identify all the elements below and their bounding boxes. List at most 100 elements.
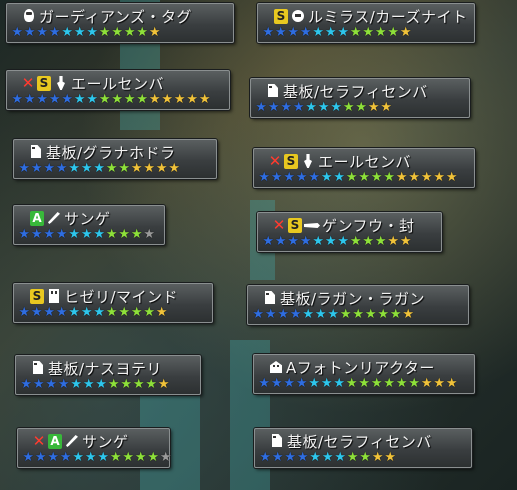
rarity-stars: ★ ★ ★ ★ ★ ★ ★ ★ ★ ★ ★ ★ <box>18 306 168 320</box>
doc-icon <box>265 83 281 99</box>
label-header: ✕ S ゲンフウ・封 <box>272 216 415 235</box>
rarity-star-icon: ★ <box>30 161 43 176</box>
rarity-star-icon: ★ <box>18 305 31 320</box>
rarity-star-icon: ★ <box>148 25 161 40</box>
rarity-star-icon: ★ <box>295 170 308 185</box>
rarity-star-icon: ★ <box>271 450 284 465</box>
item-name: ガーディアンズ・タグ <box>39 7 193 26</box>
rarity-star-icon: ★ <box>122 450 135 465</box>
drop-label-10[interactable]: 基板/ナスヨテリ ★ ★ ★ ★ ★ ★ ★ ★ ★ ★ ★ ★ <box>15 355 201 395</box>
rarity-star-icon: ★ <box>352 307 365 322</box>
drop-label-13[interactable]: 基板/セラフィセンバ ★ ★ ★ ★ ★ ★ ★ ★ ★ ★ ★ <box>254 428 472 468</box>
doc-icon <box>28 144 44 160</box>
rarity-star-icon: ★ <box>20 377 33 392</box>
rarity-star-icon: ★ <box>105 227 118 242</box>
rarity-stars: ★ ★ ★ ★ ★ ★ ★ ★ ★ ★ ★ ★ <box>20 378 170 392</box>
affix-a-icon: A <box>48 433 62 449</box>
rarity-star-icon: ★ <box>380 100 393 115</box>
rarity-star-icon: ★ <box>312 25 325 40</box>
rarity-star-icon: ★ <box>395 376 408 391</box>
rarity-star-icon: ★ <box>143 161 156 176</box>
rarity-star-icon: ★ <box>111 25 124 40</box>
untradeable-x-icon: ✕ <box>272 216 286 234</box>
rarity-star-icon: ★ <box>359 450 372 465</box>
rarity-star-icon: ★ <box>111 92 124 107</box>
drop-label-1[interactable]: S ルミラス/カーズナイト ★ ★ ★ ★ ★ ★ ★ ★ ★ ★ ★ ★ <box>257 3 475 43</box>
rarity-star-icon: ★ <box>95 377 108 392</box>
rarity-star-icon: ★ <box>130 161 143 176</box>
rarity-star-icon: ★ <box>84 450 97 465</box>
rarity-star-icon: ★ <box>143 305 156 320</box>
drop-label-0[interactable]: ガーディアンズ・タグ ★ ★ ★ ★ ★ ★ ★ ★ ★ ★ ★ ★ <box>6 3 234 43</box>
rarity-star-icon: ★ <box>333 376 346 391</box>
rarity-star-icon: ★ <box>36 92 49 107</box>
rarity-star-icon: ★ <box>258 376 271 391</box>
rarity-star-icon: ★ <box>80 227 93 242</box>
rarity-star-icon: ★ <box>342 100 355 115</box>
item-name: 基板/ラガン・ラガン <box>280 289 426 308</box>
rarity-star-icon: ★ <box>198 92 211 107</box>
rarity-star-icon: ★ <box>377 307 390 322</box>
affix-a-icon: A <box>30 210 44 226</box>
rarity-star-icon: ★ <box>445 170 458 185</box>
item-name: ルミラス/カーズナイト <box>308 7 468 26</box>
rarity-star-icon: ★ <box>68 161 81 176</box>
rarity-stars: ★ ★ ★ ★ ★ ★ ★ ★ ★ ★ ★ ★ <box>22 451 172 465</box>
drop-label-12[interactable]: ✕ A サンゲ ★ ★ ★ ★ ★ ★ ★ ★ ★ ★ ★ ★ <box>17 428 172 468</box>
label-header: ✕ A サンゲ <box>32 432 129 451</box>
rarity-stars: ★ ★ ★ ★ ★ ★ ★ ★ ★ ★ ★ ★ <box>262 235 412 249</box>
item-name: サンゲ <box>64 209 111 228</box>
item-name: Aフォトンリアクター <box>286 358 435 377</box>
drop-label-9[interactable]: 基板/ラガン・ラガン ★ ★ ★ ★ ★ ★ ★ ★ ★ ★ ★ ★ ★ <box>247 285 469 325</box>
rarity-star-icon: ★ <box>118 227 131 242</box>
rarity-star-icon: ★ <box>157 377 170 392</box>
rarity-stars: ★ ★ ★ ★ ★ ★ ★ ★ ★ ★ ★ <box>255 101 393 115</box>
drop-label-3[interactable]: 基板/セラフィセンバ ★ ★ ★ ★ ★ ★ ★ ★ ★ ★ ★ <box>250 78 470 118</box>
item-name: サンゲ <box>82 432 129 451</box>
rarity-star-icon: ★ <box>402 307 415 322</box>
rarity-star-icon: ★ <box>105 305 118 320</box>
rarity-star-icon: ★ <box>296 450 309 465</box>
rarity-stars: ★ ★ ★ ★ ★ ★ ★ ★ ★ ★ ★ <box>18 228 156 242</box>
item-name: 基板/ナスヨテリ <box>48 359 163 378</box>
rarity-star-icon: ★ <box>274 25 287 40</box>
rarity-star-icon: ★ <box>161 92 174 107</box>
rarity-stars: ★ ★ ★ ★ ★ ★ ★ ★ ★ ★ ★ <box>259 451 397 465</box>
rarity-star-icon: ★ <box>324 25 337 40</box>
rarity-star-icon: ★ <box>284 450 297 465</box>
drop-label-4[interactable]: 基板/グラナホドラ ★ ★ ★ ★ ★ ★ ★ ★ ★ ★ ★ ★ ★ <box>13 139 217 179</box>
label-header: Aフォトンリアクター <box>268 358 435 377</box>
drop-label-6[interactable]: A サンゲ ★ ★ ★ ★ ★ ★ ★ ★ ★ ★ ★ <box>13 205 165 245</box>
drop-label-2[interactable]: ✕ S エールセンバ ★ ★ ★ ★ ★ ★ ★ ★ ★ ★ ★ ★ ★ ★ ★ ★ <box>6 70 230 110</box>
rarity-star-icon: ★ <box>283 376 296 391</box>
drop-label-5[interactable]: ✕ S エールセンバ ★ ★ ★ ★ ★ ★ ★ ★ ★ ★ ★ ★ ★ ★ ★ ★ <box>253 148 475 188</box>
rarity-star-icon: ★ <box>408 170 421 185</box>
rarity-star-icon: ★ <box>107 377 120 392</box>
drop-label-11[interactable]: Aフォトンリアクター ★ ★ ★ ★ ★ ★ ★ ★ ★ ★ ★ ★ ★ ★ ★ ★ <box>253 354 475 394</box>
rarity-star-icon: ★ <box>23 92 36 107</box>
rarity-star-icon: ★ <box>337 25 350 40</box>
label-header: A サンゲ <box>28 209 111 228</box>
rarity-star-icon: ★ <box>109 450 122 465</box>
rarity-stars: ★ ★ ★ ★ ★ ★ ★ ★ ★ ★ ★ ★ ★ ★ ★ ★ <box>258 377 458 391</box>
rarity-star-icon: ★ <box>61 25 74 40</box>
rod-icon <box>300 153 316 169</box>
rarity-star-icon: ★ <box>255 100 268 115</box>
rarity-star-icon: ★ <box>72 450 85 465</box>
rarity-star-icon: ★ <box>18 161 31 176</box>
rarity-stars: ★ ★ ★ ★ ★ ★ ★ ★ ★ ★ ★ ★ ★ <box>252 308 415 322</box>
rarity-star-icon: ★ <box>57 377 70 392</box>
rarity-star-icon: ★ <box>155 161 168 176</box>
rarity-star-icon: ★ <box>327 307 340 322</box>
rarity-star-icon: ★ <box>143 227 156 242</box>
rarity-stars: ★ ★ ★ ★ ★ ★ ★ ★ ★ ★ ★ ★ ★ <box>18 162 181 176</box>
rarity-star-icon: ★ <box>93 305 106 320</box>
rarity-star-icon: ★ <box>73 25 86 40</box>
drop-label-7[interactable]: ✕ S ゲンフウ・封 ★ ★ ★ ★ ★ ★ ★ ★ ★ ★ ★ ★ <box>257 212 442 252</box>
rarity-star-icon: ★ <box>283 170 296 185</box>
rarity-star-icon: ★ <box>302 307 315 322</box>
drop-label-8[interactable]: S ヒゼリ/マインド ★ ★ ★ ★ ★ ★ ★ ★ ★ ★ ★ ★ <box>13 283 213 323</box>
item-name: 基板/セラフィセンバ <box>283 82 428 101</box>
unit-icon <box>46 288 62 304</box>
rarity-star-icon: ★ <box>134 450 147 465</box>
